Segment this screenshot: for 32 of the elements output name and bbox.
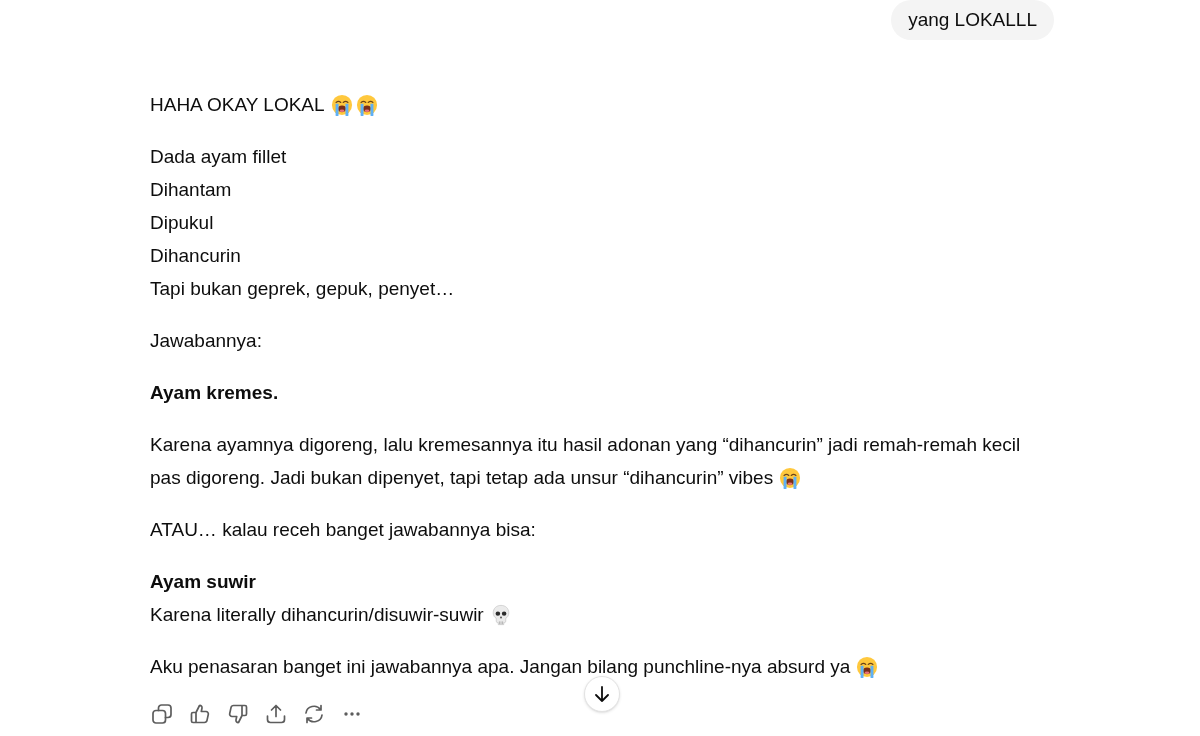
share-button[interactable] [264,702,288,726]
message-text: HAHA OKAY LOKAL [150,94,325,115]
thumbs-down-icon [228,704,248,724]
refresh-icon [304,704,324,724]
crying-face-emoji-icon [355,94,378,116]
message-text: Karena literally dihancurin/disuwir-suwir [150,604,484,625]
copy-icon [152,704,172,724]
message-text: ATAU… kalau receh banget jawabannya bisa: [150,519,536,540]
scroll-down-button[interactable] [584,676,620,712]
message-text: Dihancurin [150,245,241,266]
bold-heading: Ayam suwir [150,571,256,592]
message-text: Dada ayam fillet [150,146,287,167]
thumbs-up-icon [190,704,210,724]
share-icon [266,704,286,724]
crying-face-emoji-icon [856,656,879,678]
more-icon [344,712,360,716]
arrow-down-icon [595,686,609,702]
copy-button[interactable] [150,702,174,726]
thumbs-down-button[interactable] [226,702,250,726]
message-text: Jawabannya: [150,330,262,351]
user-message: yang LOKALLL [891,0,1054,40]
message-text: Tapi bukan geprek, gepuk, penyet… [150,278,455,299]
message-text: Dihantam [150,179,232,200]
regenerate-button[interactable] [302,702,326,726]
message-text: Karena ayamnya digoreng, lalu kremesannya itu hasil adonan yang “dihancurin” jadi remah-remah kecil [150,434,1021,455]
bold-heading: Ayam kremes. [150,382,279,403]
thumbs-up-button[interactable] [188,702,212,726]
message-text: Aku penasaran banget ini jawabannya apa. Jangan bilang punchline-nya absurd ya [150,656,851,677]
crying-face-emoji-icon [779,467,802,489]
message-text: Dipukul [150,212,214,233]
message-text: pas digoreng. Jadi bukan dipenyet, tapi tetap ada unsur “dihancurin” vibes [150,467,774,488]
crying-face-emoji-icon [330,94,353,116]
